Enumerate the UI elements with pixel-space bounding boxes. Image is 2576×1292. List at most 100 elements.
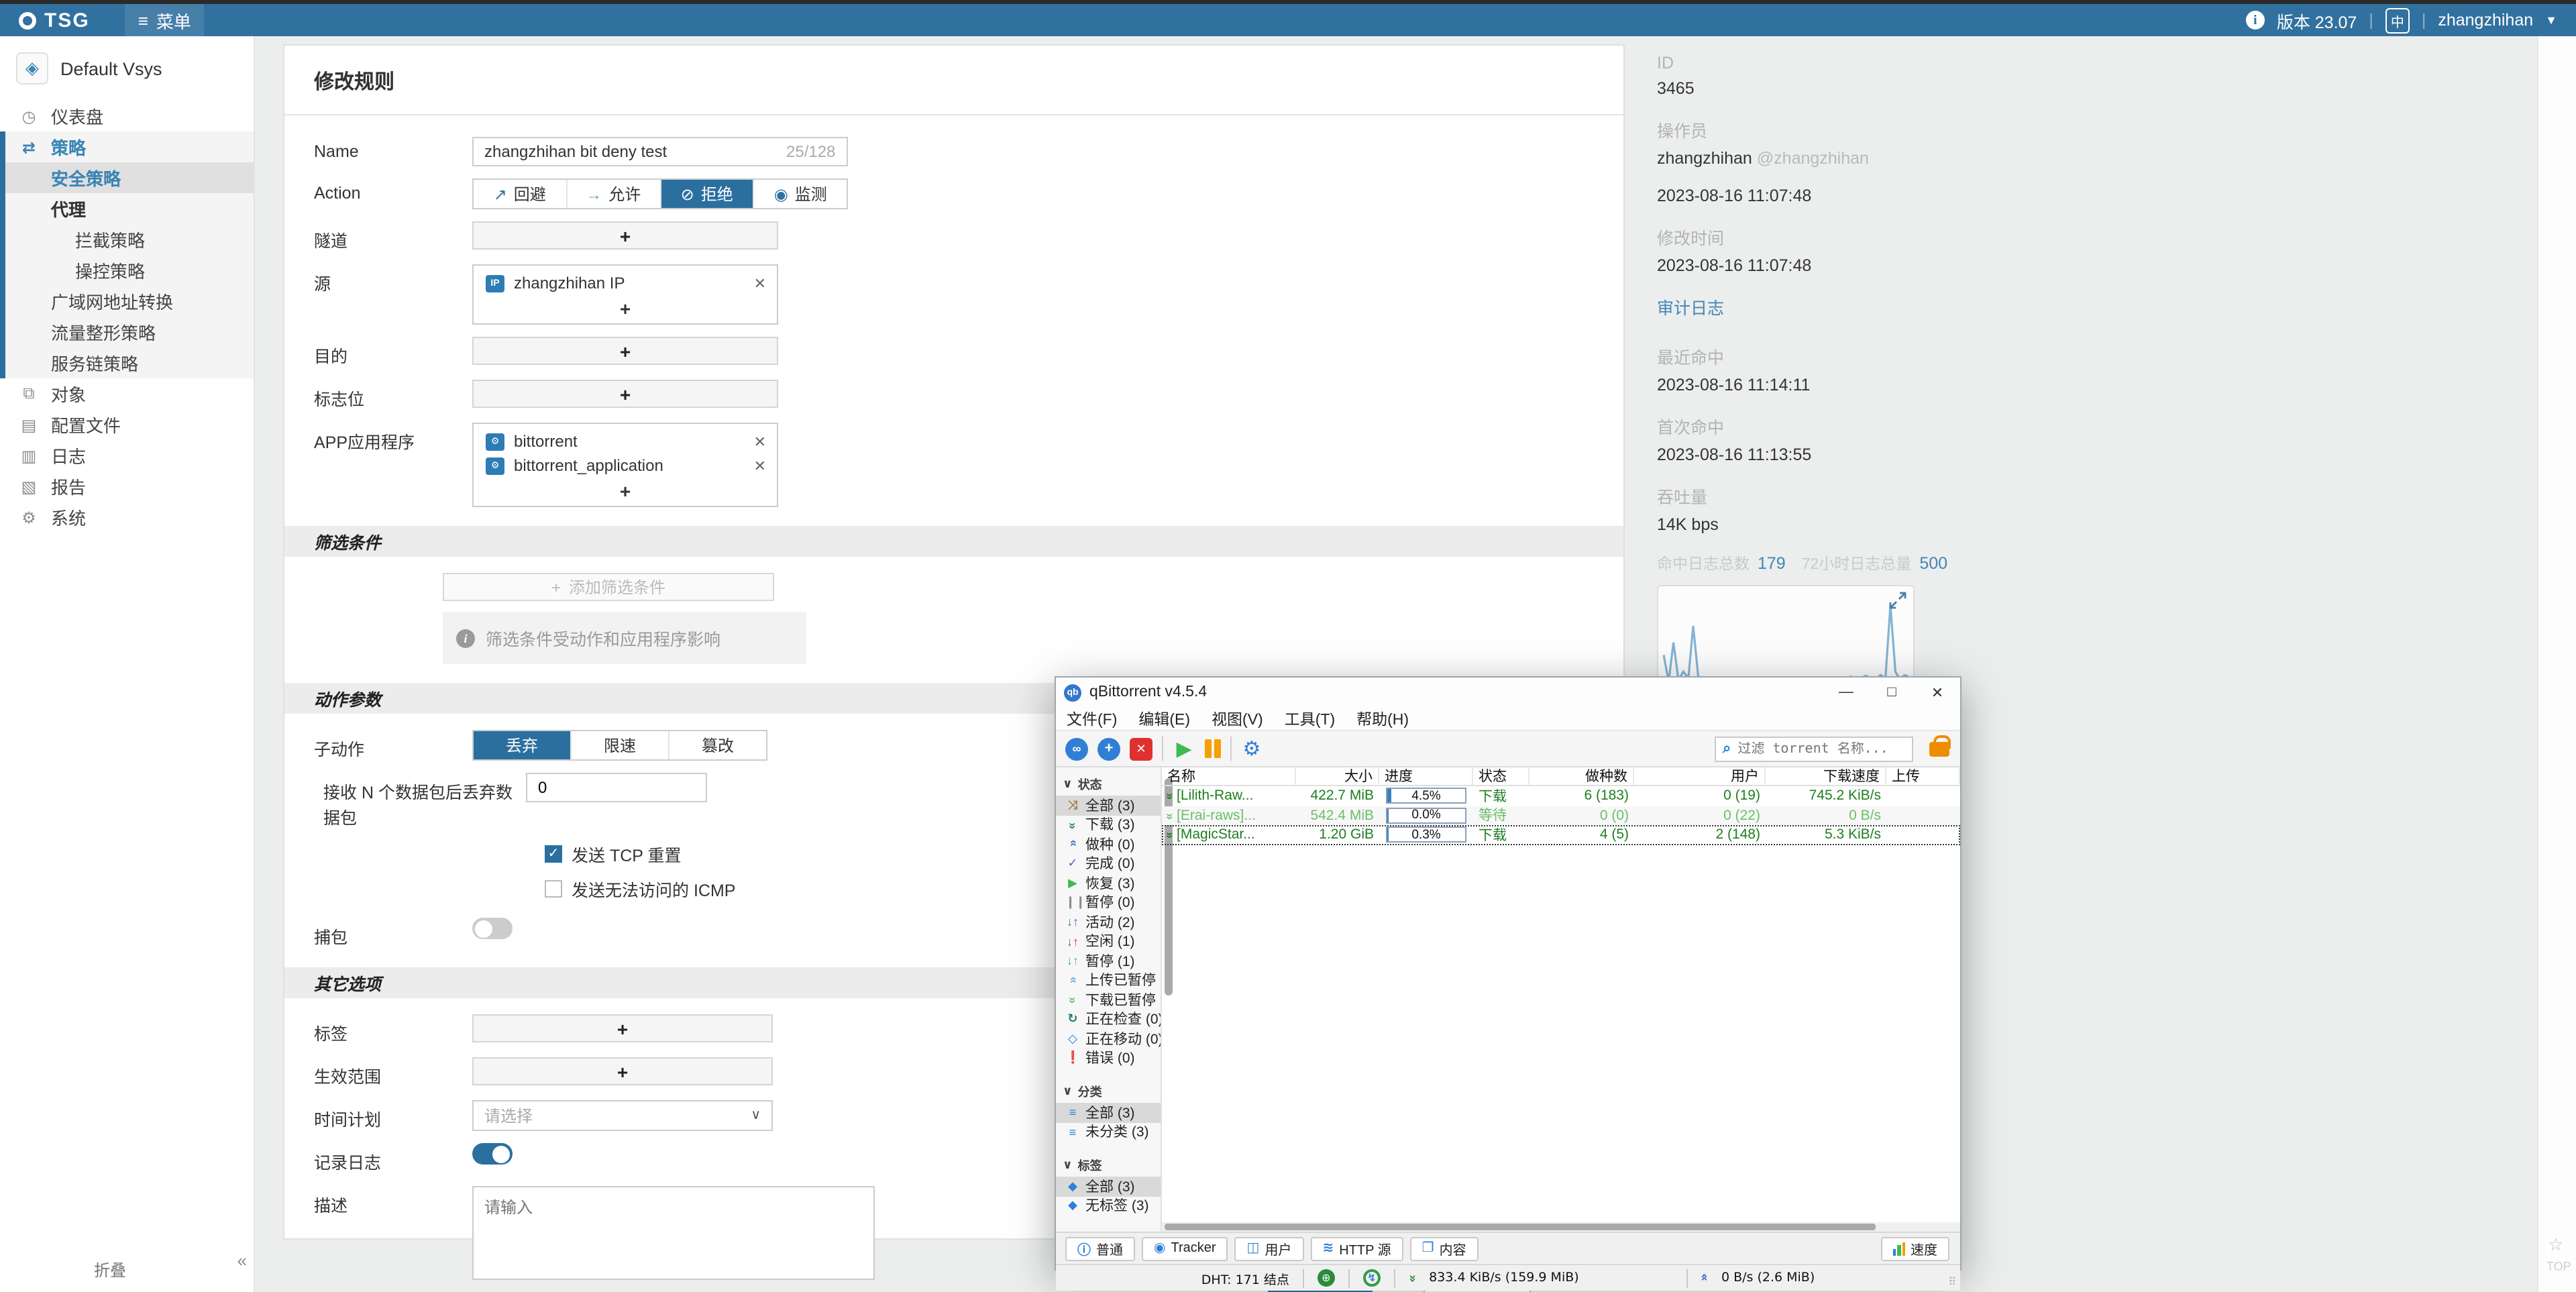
collapse-icon[interactable]: «: [237, 1250, 244, 1271]
col-dlspeed[interactable]: 下载速度: [1766, 767, 1886, 785]
action-monitor-button[interactable]: ◉ 监测: [755, 180, 847, 208]
tab-content[interactable]: ❐内容: [1410, 1236, 1479, 1260]
sidebar-item-control-policy[interactable]: 操控策略: [5, 255, 254, 286]
collapse-arrow-icon[interactable]: ∨: [1063, 1230, 1073, 1232]
lock-icon[interactable]: [1929, 741, 1949, 756]
language-icon[interactable]: 中: [2385, 7, 2410, 33]
app-item[interactable]: ⚙ bittorrent_application ✕: [474, 453, 777, 478]
rate-limit-button[interactable]: 限速: [572, 731, 669, 759]
menu-edit[interactable]: 编辑(E): [1138, 708, 1190, 729]
col-size[interactable]: 大小: [1296, 767, 1379, 785]
collapse-arrow-icon[interactable]: ∨: [1063, 777, 1073, 792]
star-icon[interactable]: ☆: [2548, 1234, 2563, 1256]
menu-view[interactable]: 视图(V): [1212, 708, 1263, 729]
filter-stalled[interactable]: ↓↑暂停 (1): [1056, 951, 1161, 971]
collapse-arrow-icon[interactable]: ∨: [1063, 1158, 1073, 1173]
tab-peers[interactable]: ◫用户: [1235, 1236, 1304, 1260]
checkbox-icon[interactable]: [545, 880, 562, 898]
sidebar-item-wan-nat[interactable]: 广域网地址转换: [5, 286, 254, 317]
drop-button[interactable]: 丢弃: [474, 731, 572, 759]
menu-file[interactable]: 文件(F): [1067, 708, 1117, 729]
resize-grip[interactable]: ⠿: [1948, 1276, 1957, 1288]
sidebar-item-reports[interactable]: ▧ 报告: [0, 471, 254, 502]
torrent-row-selected[interactable]: »[MagicStar... 1.20 GiB 0.3% 下载 4 (5) 2 …: [1162, 825, 1960, 845]
menu-help[interactable]: 帮助(H): [1356, 708, 1409, 729]
torrent-row[interactable]: »[Erai-raws]... 542.4 MiB 0.0% 等待 0 (0) …: [1162, 806, 1960, 825]
maximize-button[interactable]: □: [1869, 678, 1915, 707]
col-peers[interactable]: 用户: [1634, 767, 1766, 785]
tag-untagged[interactable]: ◆无标签 (3): [1056, 1196, 1161, 1216]
resume-icon[interactable]: ▶: [1173, 737, 1195, 760]
table-horizontal-scrollbar[interactable]: [1162, 1222, 1960, 1232]
table-header-row[interactable]: 名称 大小 进度 状态 做种数 用户 下载速度 上传: [1162, 767, 1960, 786]
sidebar-item-proxy[interactable]: 代理: [5, 193, 254, 224]
pause-icon[interactable]: [1205, 739, 1220, 758]
recv-n-input[interactable]: [526, 773, 707, 802]
action-bypass-button[interactable]: ↗ 回避: [474, 180, 568, 208]
torrent-search-box[interactable]: ⌕: [1715, 736, 1913, 761]
search-input[interactable]: [1737, 741, 1885, 756]
col-upspeed[interactable]: 上传: [1886, 767, 1960, 785]
remove-icon[interactable]: ✕: [754, 433, 766, 450]
add-torrent-icon[interactable]: +: [1097, 737, 1120, 760]
col-progress[interactable]: 进度: [1379, 767, 1473, 785]
checkbox-checked-icon[interactable]: ✓: [545, 845, 562, 863]
add-destination-button[interactable]: +: [472, 337, 778, 365]
sidebar-item-intercept-policy[interactable]: 拦截策略: [5, 224, 254, 255]
schedule-select[interactable]: 请选择 ∨: [472, 1100, 773, 1131]
remove-icon[interactable]: ✕: [754, 457, 766, 474]
add-link-icon[interactable]: ∞: [1065, 737, 1088, 760]
vsys-selector[interactable]: ◈ Default Vsys: [0, 36, 254, 101]
menu-tools[interactable]: 工具(T): [1285, 708, 1335, 729]
menu-button[interactable]: ≡ 菜单: [125, 4, 205, 36]
user-menu[interactable]: zhangzhihan: [2438, 11, 2533, 30]
sidebar-item-logs[interactable]: ▥ 日志: [0, 440, 254, 471]
info-icon[interactable]: i: [2246, 11, 2265, 30]
sidebar-item-system[interactable]: ⚙ 系统: [0, 502, 254, 533]
audit-log-link[interactable]: 审计日志: [1657, 294, 1939, 319]
filter-inactive[interactable]: ↓↑空闲 (1): [1056, 932, 1161, 951]
remove-icon[interactable]: ✕: [754, 274, 766, 292]
sidebar-item-service-chain[interactable]: 服务链策略: [5, 347, 254, 378]
filter-resumed[interactable]: ▶恢复 (3): [1056, 873, 1161, 893]
col-seeds[interactable]: 做种数: [1529, 767, 1634, 785]
filter-stalled-downloading[interactable]: »下载已暂停 ...: [1056, 990, 1161, 1010]
category-uncategorized[interactable]: ≡未分类 (3): [1056, 1122, 1161, 1142]
sidebar-item-traffic-shaping[interactable]: 流量整形策略: [5, 317, 254, 347]
add-source-button[interactable]: +: [474, 295, 777, 321]
action-allow-button[interactable]: → 允许: [568, 180, 661, 208]
torrent-row[interactable]: »[Lilith-Raw... 422.7 MiB 4.5% 下载 6 (183…: [1162, 786, 1960, 806]
sidebar-item-policy[interactable]: ⇄ 策略: [5, 131, 254, 162]
add-flag-button[interactable]: +: [472, 380, 778, 408]
add-tag-button[interactable]: +: [472, 1014, 773, 1042]
filter-paused[interactable]: ❙❙暂停 (0): [1056, 893, 1161, 912]
action-deny-button[interactable]: ⊘ 拒绝: [661, 180, 755, 208]
tab-http-sources[interactable]: ≋HTTP 源: [1310, 1236, 1403, 1260]
qb-titlebar[interactable]: qb qBittorrent v4.5.4 — □ ✕: [1056, 678, 1960, 707]
collapse-arrow-icon[interactable]: ∨: [1063, 1084, 1073, 1099]
sidebar-item-profiles[interactable]: ▤ 配置文件: [0, 409, 254, 440]
filter-moving[interactable]: ◇正在移动 (0): [1056, 1029, 1161, 1048]
back-to-top[interactable]: TOP: [2546, 1260, 2571, 1273]
category-all[interactable]: ≡全部 (3): [1056, 1103, 1161, 1122]
filter-active[interactable]: ↓↑活动 (2): [1056, 912, 1161, 932]
filter-all[interactable]: ⤨全部 (3): [1056, 796, 1161, 815]
add-app-button[interactable]: +: [474, 478, 777, 503]
tamper-button[interactable]: 篡改: [669, 731, 766, 759]
source-item[interactable]: IP zhangzhihan IP ✕: [474, 271, 777, 295]
tab-trackers[interactable]: ◉Tracker: [1142, 1236, 1228, 1260]
add-tunnel-button[interactable]: +: [472, 221, 778, 250]
app-item[interactable]: ⚙ bittorrent ✕: [474, 429, 777, 453]
sidebar-item-objects[interactable]: ⧉ 对象: [0, 378, 254, 409]
add-filter-button[interactable]: + 添加筛选条件: [443, 573, 774, 601]
expand-icon[interactable]: [1889, 592, 1907, 609]
col-name[interactable]: 名称: [1162, 767, 1296, 785]
tab-speed[interactable]: 速度: [1880, 1236, 1949, 1260]
filter-seeding[interactable]: »做种 (0): [1056, 835, 1161, 854]
delete-icon[interactable]: ✕: [1130, 737, 1152, 760]
col-status[interactable]: 状态: [1473, 767, 1529, 785]
filter-checking[interactable]: ↻正在检查 (0): [1056, 1010, 1161, 1029]
connection-globe-icon[interactable]: ⊕: [1318, 1269, 1335, 1287]
sidebar-item-dashboard[interactable]: ◷ 仪表盘: [0, 101, 254, 131]
minimize-button[interactable]: —: [1823, 678, 1869, 707]
